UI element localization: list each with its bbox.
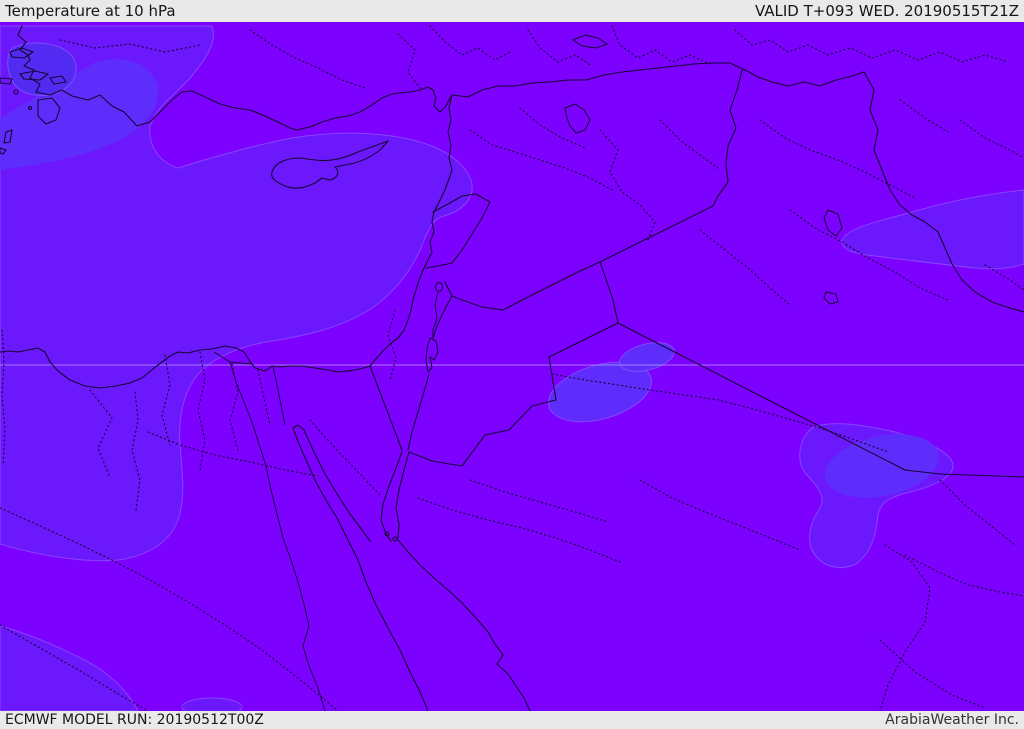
title-bar: Temperature at 10 hPa VALID T+093 WED. 2… bbox=[0, 0, 1024, 22]
map-title: Temperature at 10 hPa bbox=[5, 2, 176, 20]
model-run-label: ECMWF MODEL RUN: 20190512T00Z bbox=[5, 712, 264, 728]
status-bar: ECMWF MODEL RUN: 20190512T00Z ArabiaWeat… bbox=[0, 711, 1024, 729]
credit-label: ArabiaWeather Inc. bbox=[885, 712, 1019, 728]
weather-map bbox=[0, 22, 1024, 711]
valid-time-label: VALID T+093 WED. 20190515T21Z bbox=[754, 2, 1019, 20]
